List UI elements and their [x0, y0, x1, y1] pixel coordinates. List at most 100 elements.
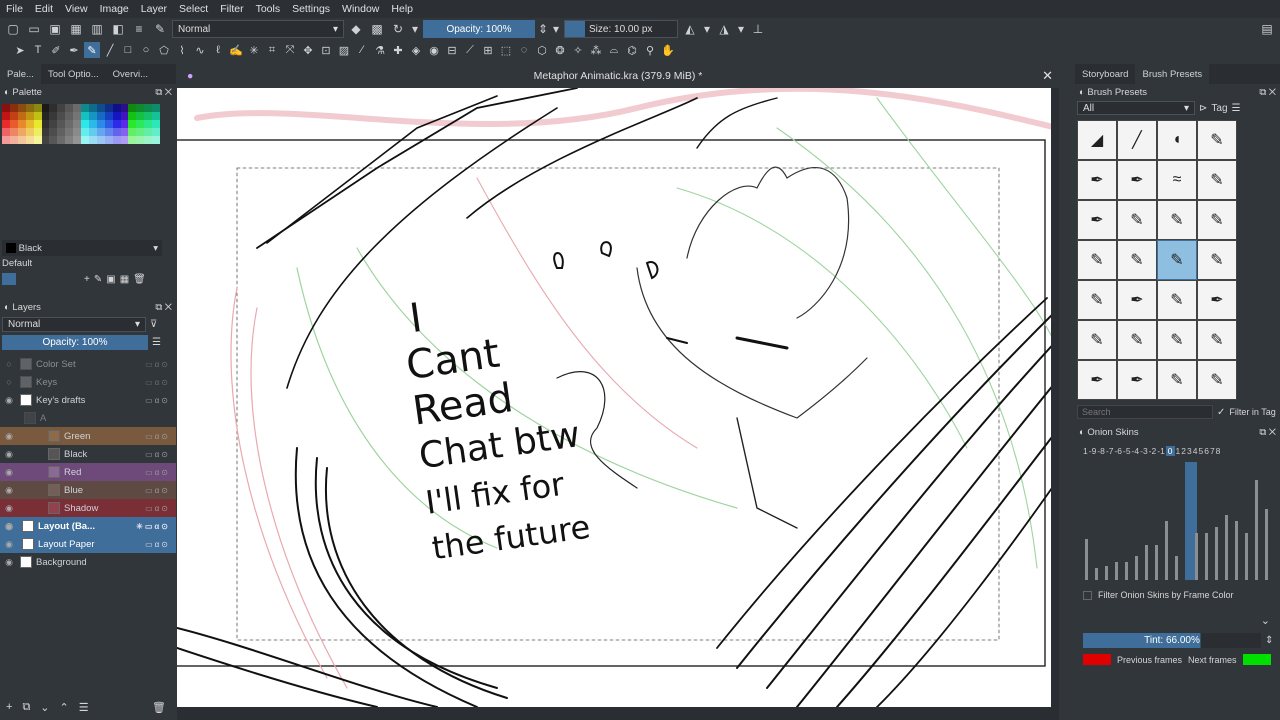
brush-filter-select[interactable]: All ▾ [1077, 101, 1195, 115]
tab-storyboard[interactable]: Storyboard [1075, 64, 1135, 84]
menu-edit[interactable]: Edit [29, 3, 59, 15]
chevron-down-icon[interactable]: ▾ [410, 20, 420, 38]
palette-swatch[interactable] [104, 120, 113, 128]
palette-grid-icon[interactable] [2, 273, 16, 285]
add-icon[interactable]: + [84, 274, 90, 285]
onion-frame-number[interactable]: 7 [1210, 446, 1215, 456]
stepper-icon[interactable]: ⇕ [1265, 635, 1273, 646]
similar-select-icon[interactable]: ⁂ [588, 42, 604, 58]
mirror-vertical-icon[interactable]: ◮ [715, 20, 733, 38]
palette-swatch[interactable] [25, 128, 34, 136]
open-file-icon[interactable]: ▭ [25, 20, 43, 38]
reload-icon[interactable]: ↻ [389, 20, 407, 38]
brush-preset-icon[interactable]: ≈ [1157, 160, 1197, 200]
layer-row[interactable]: ◉ Green ▭α⊙ [0, 427, 176, 445]
transform-tool-icon[interactable]: ⤧ [282, 42, 298, 58]
delete-icon[interactable]: 🗑 [133, 274, 146, 285]
palette-swatch[interactable] [41, 112, 50, 120]
palette-swatch[interactable] [9, 128, 18, 136]
palette-swatch[interactable] [33, 128, 42, 136]
add-layer-icon[interactable]: + [6, 701, 12, 713]
save-icon[interactable]: ▣ [46, 20, 64, 38]
freehand-path-icon[interactable]: ℓ [210, 42, 226, 58]
palette-swatch[interactable] [120, 136, 129, 144]
onion-opacity-bar[interactable] [1105, 566, 1108, 580]
brush-preset-icon[interactable]: ✒ [1117, 360, 1157, 400]
onion-opacity-bar[interactable] [1245, 533, 1248, 580]
float-icon[interactable]: ⧉ [155, 302, 162, 313]
onion-opacity-bar[interactable] [1195, 533, 1198, 580]
workspace-icon[interactable]: ▤ [1258, 20, 1276, 38]
menu-settings[interactable]: Settings [286, 3, 336, 15]
float-icon[interactable]: ⧉ [1259, 427, 1266, 438]
brush-preset-icon[interactable]: ✒ [1117, 160, 1157, 200]
filter-icon[interactable]: ⊽ [150, 319, 157, 330]
palette-swatch[interactable] [144, 120, 153, 128]
edit-icon[interactable]: ✎ [94, 274, 102, 285]
onion-opacity-bar[interactable] [1095, 568, 1098, 580]
ellipse-tool-icon[interactable]: ○ [138, 42, 154, 58]
onion-frame-number[interactable]: -3 [1140, 446, 1148, 456]
brush-preset-icon[interactable]: ✒ [1117, 280, 1157, 320]
palette-swatch[interactable] [25, 136, 34, 144]
palette-swatch[interactable] [41, 128, 50, 136]
tag-icon[interactable]: ⊳ [1199, 103, 1207, 114]
rect-select-icon[interactable]: ⬚ [498, 42, 514, 58]
freehand-brush-icon[interactable]: ✎ [84, 42, 100, 58]
brush-preset-icon[interactable]: ✎ [1197, 200, 1237, 240]
menu-filter[interactable]: Filter [214, 3, 249, 15]
palette-swatch[interactable] [88, 104, 97, 112]
palette-swatch[interactable] [65, 128, 74, 136]
move-up-icon[interactable]: ⌃ [60, 701, 69, 714]
palette-swatch[interactable] [144, 128, 153, 136]
brush-preset-icon[interactable]: ◢ [1077, 120, 1117, 160]
previous-frames-color[interactable] [1083, 654, 1111, 665]
palette-swatch[interactable] [88, 136, 97, 144]
magnetic-select-icon[interactable]: ⌬ [624, 42, 640, 58]
document-title[interactable]: Metaphor Animatic.kra (379.9 MiB) * [534, 70, 703, 82]
palette-swatch[interactable] [88, 120, 97, 128]
save-palette-icon[interactable]: ▣ [106, 274, 115, 285]
onion-frame-number[interactable]: -9 [1089, 446, 1097, 456]
menu-help[interactable]: Help [385, 3, 419, 15]
onion-frame-number[interactable]: 6 [1204, 446, 1209, 456]
bezier-tool-icon[interactable]: ∿ [192, 42, 208, 58]
float-icon[interactable]: ⧉ [1259, 87, 1266, 98]
palette-swatch[interactable] [57, 128, 66, 136]
eraser-icon[interactable]: ◆ [347, 20, 365, 38]
palette-swatch[interactable] [41, 120, 50, 128]
palette-swatch[interactable] [81, 112, 89, 120]
tab-overview[interactable]: Overvi... [106, 64, 155, 84]
tab-brush-presets[interactable]: Brush Presets [1135, 64, 1210, 84]
onion-opacity-bar[interactable] [1145, 545, 1148, 580]
brush-preset-icon[interactable]: ✎ [1157, 320, 1197, 360]
duplicate-layer-icon[interactable]: ⧉ [22, 701, 30, 714]
palette-swatch[interactable] [65, 136, 74, 144]
palette-swatch[interactable] [33, 136, 42, 144]
palette-swatch[interactable] [9, 136, 18, 144]
palette-swatch[interactable] [104, 136, 113, 144]
eye-icon[interactable]: ◉ [0, 485, 18, 496]
palette-swatch[interactable] [144, 112, 153, 120]
menu-window[interactable]: Window [336, 3, 385, 15]
palette-swatch[interactable] [17, 128, 26, 136]
smart-patch-icon[interactable]: ✚ [390, 42, 406, 58]
onion-opacity-bar[interactable] [1235, 521, 1238, 580]
tab-palette[interactable]: Pale... [0, 64, 41, 84]
palette-swatch[interactable] [2, 136, 10, 144]
eye-icon[interactable]: ◉ [0, 503, 18, 514]
fill-tool-icon[interactable]: ◈ [408, 42, 424, 58]
palette-swatch[interactable] [73, 112, 81, 120]
brush-preset-icon[interactable]: ✎ [1157, 240, 1197, 280]
palette-swatch[interactable] [96, 104, 105, 112]
onion-opacity-bar[interactable] [1165, 521, 1168, 580]
brush-preset-icon[interactable]: ✎ [1157, 360, 1197, 400]
polygon-tool-icon[interactable]: ⬠ [156, 42, 172, 58]
onion-opacity-bar[interactable] [1155, 545, 1158, 580]
layer-row[interactable]: ◉ Black ▭α⊙ [0, 445, 176, 463]
palette-swatch[interactable] [65, 120, 74, 128]
close-icon[interactable]: ✕ [1269, 87, 1276, 98]
brush-preset-icon[interactable]: ╱ [1117, 120, 1157, 160]
palette-swatch[interactable] [96, 112, 105, 120]
brush-preset-icon[interactable]: ✒ [1077, 360, 1117, 400]
